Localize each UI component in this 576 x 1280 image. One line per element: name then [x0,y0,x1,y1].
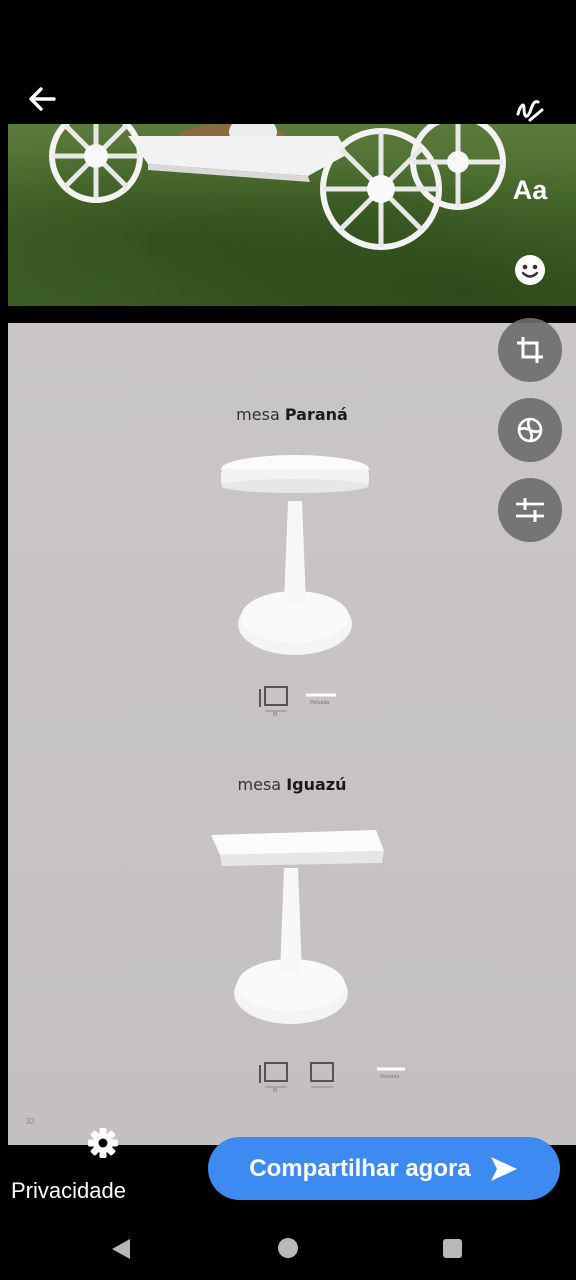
product-name: Iguazú [286,775,347,794]
smiley-icon [515,255,545,285]
privacy-button[interactable] [8,1126,148,1165]
filter-icon [517,417,543,443]
extra-label-1: Pelxada [310,700,330,706]
top-bar [0,0,576,124]
system-nav-bar [0,1216,576,1280]
back-arrow-icon[interactable] [22,80,62,120]
cart-photo [8,124,576,306]
send-arrow-icon [490,1156,517,1181]
extra-label-2: Pelxada [380,1074,400,1080]
nav-recents-icon[interactable] [443,1239,462,1258]
table-iguazu-image [211,830,384,1024]
share-now-button[interactable]: Compartilhar agora [208,1137,560,1200]
gear-icon [88,1128,118,1158]
product-illustrations [211,455,405,1088]
cart-illustration [49,124,506,250]
sticker-button[interactable] [498,238,562,302]
adjust-button[interactable] [498,478,562,542]
filter-button[interactable] [498,398,562,462]
product-title-iguazu: mesa Iguazú [8,775,576,794]
text-tool-button[interactable]: Aa [498,158,562,222]
product-prefix: mesa [237,775,282,794]
dimension-icons-1 [259,686,336,712]
sliders-icon [516,498,544,522]
dim-label-2: M [273,1088,278,1094]
crop-icon [517,337,543,363]
catalog-page: mesa Paraná M Pelxada mesa Iguazú M Pelx… [8,323,576,1145]
crop-button[interactable] [498,318,562,382]
page-number: 32 [26,1117,35,1126]
share-label: Compartilhar agora [249,1154,471,1182]
table-parana-image [221,455,369,655]
nav-back-icon[interactable] [110,1238,132,1260]
dim-label-1: M [273,712,278,718]
nav-home-icon[interactable] [278,1238,298,1258]
privacy-label[interactable]: Privacidade [11,1178,126,1204]
text-tool-label: Aa [512,174,548,205]
